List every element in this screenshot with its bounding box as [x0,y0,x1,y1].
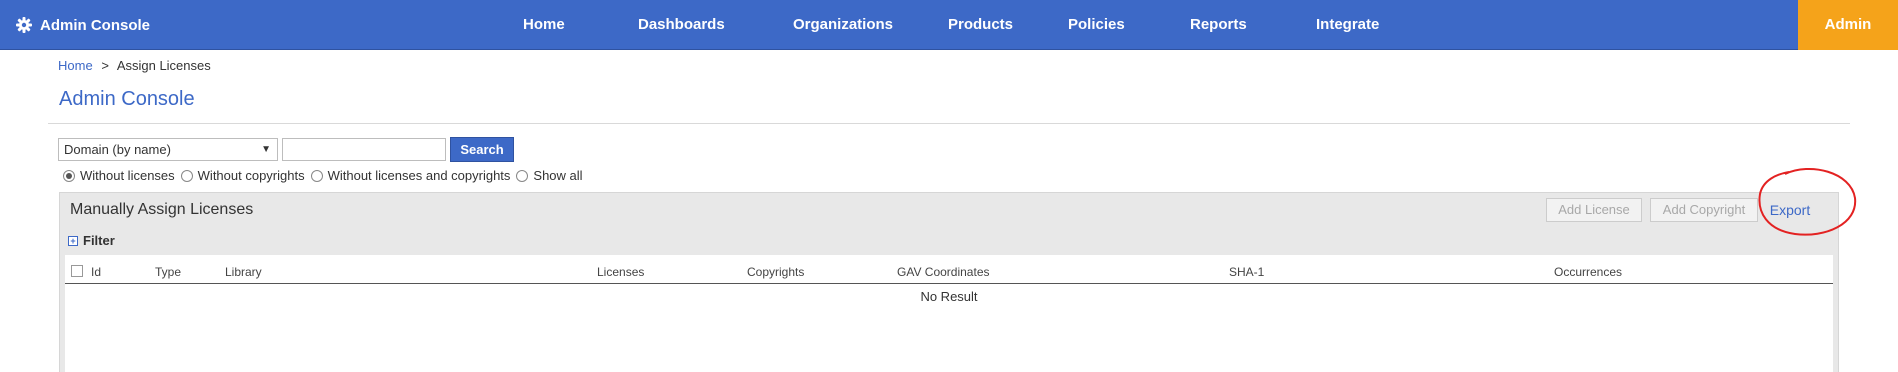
radio-circle[interactable] [310,169,323,182]
breadcrumb-current: Assign Licenses [116,58,211,73]
breadcrumb: Home > Assign Licenses [58,58,211,73]
search-input[interactable] [282,138,446,161]
nav-home[interactable]: Home [523,0,565,50]
column-header-library[interactable]: Library [225,265,262,279]
brand[interactable]: Admin Console [16,0,150,50]
title-divider [48,123,1850,124]
panel-title: Manually Assign Licenses [70,201,254,218]
column-header-occurrences[interactable]: Occurrences [1554,265,1622,279]
table-header-divider [65,283,1833,284]
add-copyright-button[interactable]: Add Copyright [1650,198,1758,222]
page-title: Admin Console [59,88,195,110]
breadcrumb-separator: > [101,58,109,73]
radio-show-all[interactable]: Show all [516,168,583,183]
column-header-gav-coordinates[interactable]: GAV Coordinates [897,265,990,279]
radio-without-licenses[interactable]: Without licenses [63,168,175,183]
filter-toggle[interactable]: + Filter [68,233,115,248]
domain-select[interactable]: Domain (by name) ▼ [58,138,278,161]
radio-circle[interactable] [516,169,529,182]
nav-reports[interactable]: Reports [1190,0,1247,50]
domain-select-value: Domain (by name) [64,142,171,157]
breadcrumb-home[interactable]: Home [58,58,93,73]
brand-label: Admin Console [40,16,151,34]
filter-label: Filter [83,233,115,248]
nav-integrate[interactable]: Integrate [1316,0,1379,50]
radio-label: Without licenses and copyrights [327,168,511,183]
radio-without-licenses-and-copyrights[interactable]: Without licenses and copyrights [310,168,511,183]
radio-circle[interactable] [180,169,193,182]
nav-products[interactable]: Products [948,0,1013,50]
radio-circle-checked[interactable] [63,169,75,182]
top-nav-bar: Admin Console Home Dashboards Organizati… [0,0,1898,50]
nav-organizations[interactable]: Organizations [793,0,893,50]
radio-label: Show all [533,168,583,183]
licenses-panel: Manually Assign Licenses Add License Add… [59,192,1839,372]
select-all-checkbox[interactable] [71,265,83,277]
add-license-button[interactable]: Add License [1546,198,1642,222]
column-header-licenses[interactable]: Licenses [597,265,644,279]
column-header-type[interactable]: Type [155,265,181,279]
column-header-copyrights[interactable]: Copyrights [747,265,804,279]
caret-down-icon: ▼ [261,144,271,155]
admin-button[interactable]: Admin [1798,0,1898,50]
radio-without-copyrights[interactable]: Without copyrights [180,168,305,183]
export-button[interactable]: Export [1750,198,1830,222]
nav-dashboards[interactable]: Dashboards [638,0,725,50]
radio-label: Without licenses [80,168,175,183]
results-table: Id Type Library Licenses Copyrights GAV … [65,255,1833,372]
gear-icon [16,17,32,33]
nav-policies[interactable]: Policies [1068,0,1125,50]
radio-group: Without licenses Without copyrights With… [63,168,589,183]
empty-message: No Result [920,289,978,304]
plus-icon: + [68,235,78,246]
search-button[interactable]: Search [450,137,514,162]
radio-label: Without copyrights [197,168,305,183]
column-header-id[interactable]: Id [91,265,101,279]
column-header-sha1[interactable]: SHA-1 [1229,265,1264,279]
